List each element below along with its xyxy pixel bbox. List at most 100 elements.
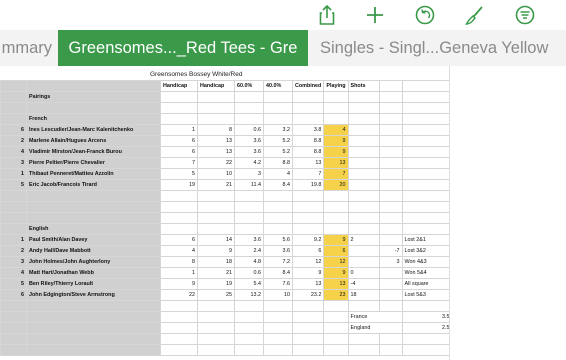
row-number-cell[interactable]	[0, 300, 27, 312]
organize-icon[interactable]	[514, 4, 536, 26]
cell[interactable]	[291, 201, 325, 213]
cell[interactable]	[347, 201, 380, 213]
percent-40[interactable]: 8.8	[263, 157, 293, 169]
pair-name[interactable]: Paul Smith/Alan Davey	[26, 234, 161, 246]
shots[interactable]	[347, 157, 380, 169]
handicap-2[interactable]: 21	[197, 267, 235, 279]
match-result[interactable]: Won 4&3	[401, 256, 453, 268]
combined[interactable]: 9.2	[291, 234, 325, 246]
team-label[interactable]: England	[347, 322, 403, 334]
pair-number[interactable]: 6	[0, 124, 27, 136]
percent-60[interactable]: 0.6	[234, 267, 264, 279]
percent-60[interactable]: 3	[234, 168, 264, 180]
cell[interactable]	[347, 333, 380, 345]
cell[interactable]	[234, 102, 264, 114]
team-score[interactable]: 3.5	[401, 311, 453, 323]
cell[interactable]	[197, 212, 235, 224]
combined[interactable]: 12	[291, 256, 325, 268]
cell[interactable]	[263, 223, 293, 235]
cell[interactable]	[160, 190, 198, 202]
cell[interactable]	[347, 91, 380, 103]
percent-40[interactable]: 3.2	[263, 124, 293, 136]
cell[interactable]	[234, 333, 264, 345]
playing-handicap[interactable]: 9	[323, 146, 349, 158]
row-number-cell[interactable]	[0, 102, 27, 114]
cell[interactable]	[347, 102, 380, 114]
cell[interactable]	[197, 333, 235, 345]
cell[interactable]	[291, 212, 325, 224]
cell[interactable]	[378, 113, 403, 125]
pair-name[interactable]: John Holmes/John Aughterlony	[26, 256, 161, 268]
cell[interactable]	[401, 223, 453, 235]
cell[interactable]	[347, 300, 380, 312]
combined[interactable]: 3.8	[291, 124, 325, 136]
cell[interactable]	[160, 300, 198, 312]
cell[interactable]	[401, 344, 453, 356]
cell[interactable]	[263, 300, 293, 312]
group-label[interactable]: French	[26, 113, 161, 125]
cell[interactable]	[378, 102, 403, 114]
cell[interactable]	[291, 344, 325, 356]
cell[interactable]	[347, 344, 380, 356]
row-number-cell[interactable]	[0, 322, 27, 334]
cell[interactable]	[323, 300, 349, 312]
handicap-1[interactable]: 22	[160, 289, 198, 301]
match-result[interactable]: Won 5&4	[401, 267, 453, 279]
section-label[interactable]: Pairings	[26, 91, 161, 103]
percent-40[interactable]: 10	[263, 289, 293, 301]
cell[interactable]	[378, 344, 403, 356]
row-number-cell[interactable]	[0, 333, 27, 345]
cell[interactable]	[401, 300, 453, 312]
pair-name[interactable]: Matt Hart/Jonathan Webb	[26, 267, 161, 279]
handicap-2[interactable]: 14	[197, 234, 235, 246]
cell[interactable]	[291, 333, 325, 345]
cell[interactable]	[378, 91, 403, 103]
row-number-cell[interactable]	[0, 201, 27, 213]
percent-40[interactable]: 5.2	[263, 146, 293, 158]
pair-number[interactable]: 1	[0, 234, 27, 246]
combined[interactable]: 13	[291, 278, 325, 290]
handicap-1[interactable]: 6	[160, 135, 198, 147]
cell[interactable]	[160, 344, 198, 356]
cell[interactable]	[197, 201, 235, 213]
playing-handicap[interactable]: 23	[323, 289, 349, 301]
score-diff[interactable]	[378, 278, 403, 290]
score-diff[interactable]	[378, 168, 403, 180]
cell[interactable]	[234, 190, 264, 202]
match-result[interactable]	[401, 124, 453, 136]
playing-handicap[interactable]: 9	[323, 267, 349, 279]
cell[interactable]	[323, 333, 349, 345]
cell[interactable]	[234, 201, 264, 213]
cell[interactable]	[291, 322, 325, 334]
row-number-cell[interactable]	[0, 311, 27, 323]
percent-40[interactable]: 8.4	[263, 267, 293, 279]
cell[interactable]	[347, 190, 380, 202]
team-score[interactable]: 2.5	[401, 322, 453, 334]
percent-40[interactable]: 4	[263, 168, 293, 180]
handicap-1[interactable]: 6	[160, 234, 198, 246]
score-diff[interactable]	[378, 289, 403, 301]
cell[interactable]	[160, 113, 198, 125]
name-cell[interactable]	[26, 322, 161, 334]
cell[interactable]	[197, 91, 235, 103]
cell[interactable]	[160, 212, 198, 224]
handicap-1[interactable]: 1	[160, 124, 198, 136]
score-diff[interactable]	[378, 157, 403, 169]
cell[interactable]	[234, 91, 264, 103]
cell[interactable]	[291, 300, 325, 312]
name-cell[interactable]	[26, 300, 161, 312]
cell[interactable]	[323, 102, 349, 114]
cell[interactable]	[234, 223, 264, 235]
percent-60[interactable]: 11.4	[234, 179, 264, 191]
percent-60[interactable]: 3.6	[234, 146, 264, 158]
cell[interactable]	[378, 80, 403, 92]
pair-name[interactable]: Andy Hall/Dave Mabbott	[26, 245, 161, 257]
name-cell[interactable]	[26, 102, 161, 114]
pair-number[interactable]: 5	[0, 179, 27, 191]
pair-number[interactable]: 5	[0, 278, 27, 290]
cell[interactable]	[291, 102, 325, 114]
shots[interactable]: -4	[347, 278, 380, 290]
handicap-1[interactable]: 7	[160, 157, 198, 169]
group-label[interactable]: English	[26, 223, 161, 235]
share-icon[interactable]	[316, 4, 338, 26]
